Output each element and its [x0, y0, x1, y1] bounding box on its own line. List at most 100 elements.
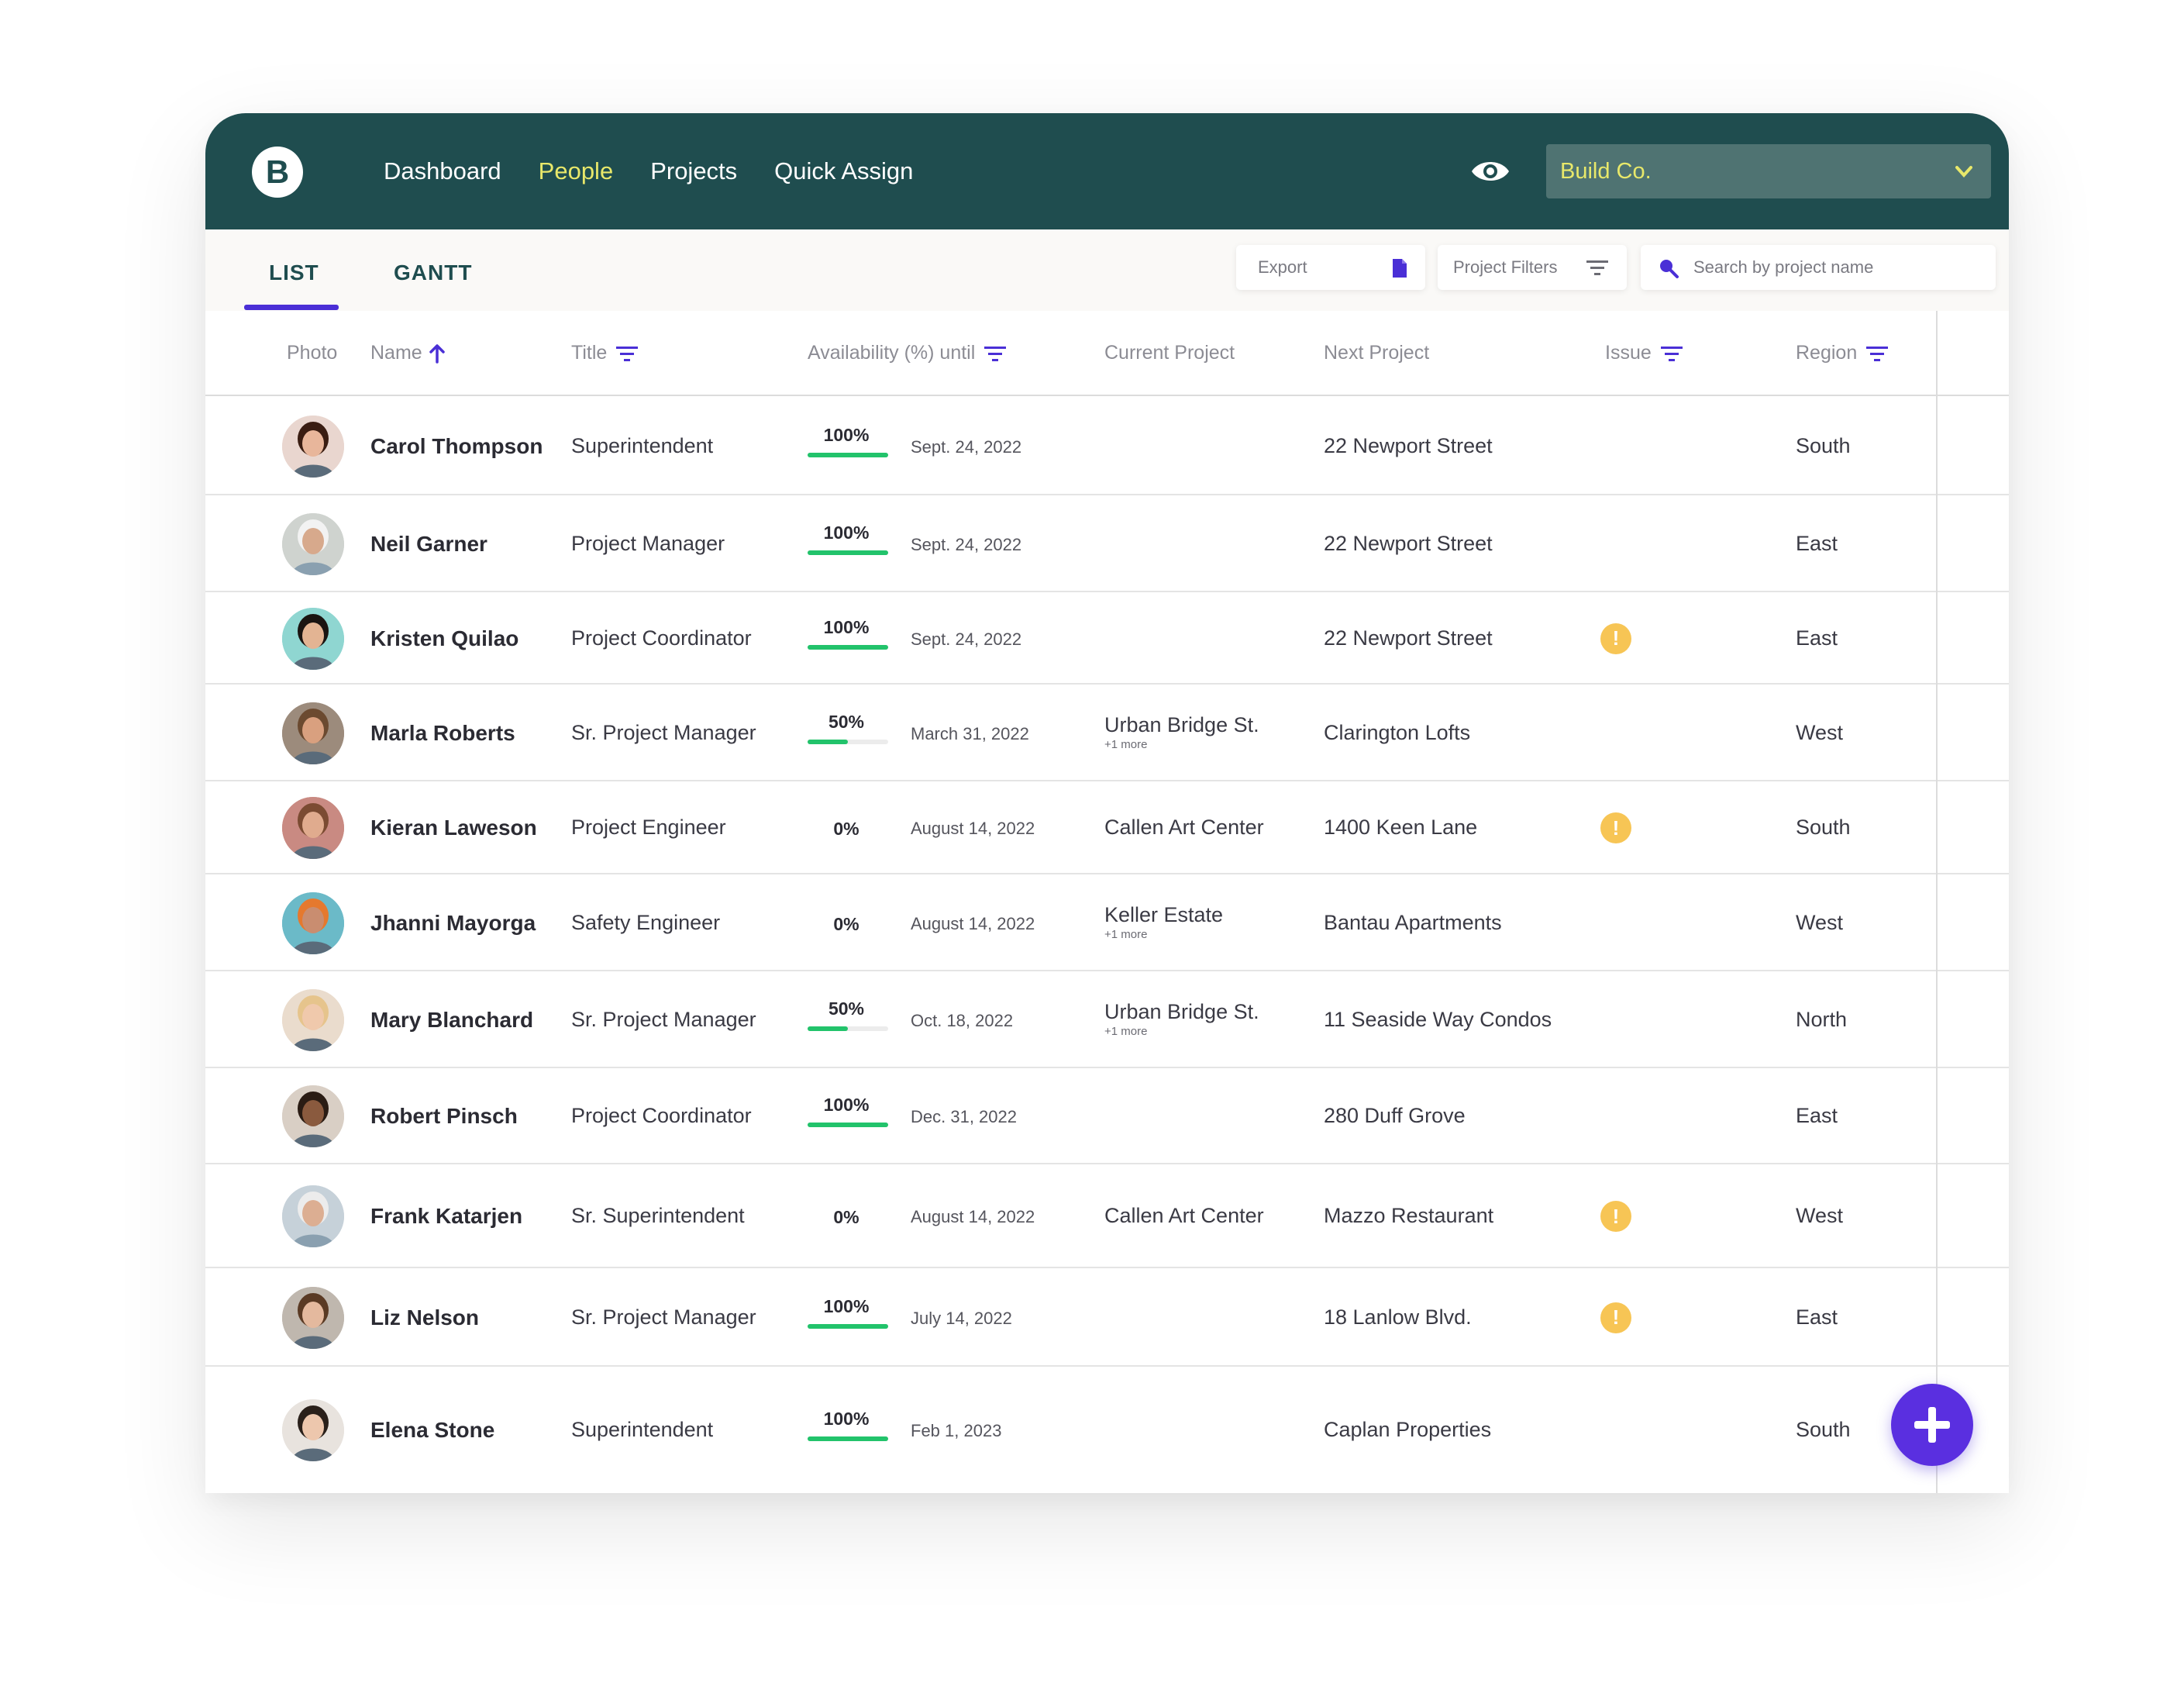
next-project[interactable]: 22 Newport Street [1324, 626, 1493, 650]
table-row[interactable]: Mary Blanchard Sr. Project Manager 50% Oct.… [205, 971, 2009, 1068]
warning-icon[interactable]: ! [1600, 623, 1631, 654]
person-region: South [1796, 1417, 1851, 1441]
col-name[interactable]: Name [370, 342, 446, 364]
search-input[interactable]: Search by project name [1693, 257, 1873, 278]
person-title: Project Engineer [571, 816, 726, 839]
table-row[interactable]: Jhanni Mayorga Safety Engineer 0% August 14… [205, 874, 2009, 971]
next-project[interactable]: Bantau Apartments [1324, 911, 1502, 935]
availability-bar-fill [808, 1123, 888, 1127]
availability-bar [808, 1123, 888, 1127]
filter-icon[interactable] [1866, 345, 1889, 362]
person-title: Sr. Project Manager [571, 1305, 756, 1329]
next-project[interactable]: Clarington Lofts [1324, 721, 1470, 745]
person-title: Sr. Project Manager [571, 1007, 756, 1031]
next-project[interactable]: 1400 Keen Lane [1324, 816, 1477, 840]
availability-bar-fill [808, 739, 848, 744]
person-name[interactable]: Kristen Quilao [370, 626, 518, 651]
person-title: Superintendent [571, 434, 714, 457]
person-region: West [1796, 910, 1844, 934]
warning-icon[interactable]: ! [1600, 1201, 1631, 1232]
avatar[interactable] [282, 1286, 344, 1349]
avatar[interactable] [282, 797, 344, 859]
table-header: Photo Name Title Availability (%) until … [205, 311, 2009, 396]
availability-percent: 100% [823, 522, 870, 543]
avatar[interactable] [282, 1398, 344, 1461]
avatar[interactable] [282, 607, 344, 670]
project-search-box[interactable]: Search by project name [1641, 245, 1996, 290]
table-row[interactable]: Frank Katarjen Sr. Superintendent 0% August… [205, 1164, 2009, 1268]
avatar[interactable] [282, 512, 344, 575]
col-next-project: Next Project [1324, 342, 1430, 364]
col-title[interactable]: Title [571, 342, 639, 364]
person-name[interactable]: Carol Thompson [370, 434, 543, 459]
filter-icon[interactable] [616, 345, 639, 362]
view-toolbar: LIST GANTT Export Project Filters Search… [205, 113, 2009, 311]
col-issue[interactable]: Issue [1605, 342, 1683, 364]
person-region: South [1796, 816, 1851, 839]
person-region: West [1796, 1204, 1844, 1227]
current-project-more[interactable]: +1 more [1104, 928, 1147, 941]
avatar[interactable] [282, 1085, 344, 1147]
person-name[interactable]: Marla Roberts [370, 721, 515, 746]
tab-gantt[interactable]: GANTT [394, 260, 472, 285]
avatar[interactable] [282, 416, 344, 478]
availability-percent: 100% [823, 1095, 870, 1115]
avatar[interactable] [282, 1185, 344, 1247]
availability-until-date: August 14, 2022 [911, 913, 1035, 933]
availability-bar [808, 739, 888, 744]
next-project[interactable]: Caplan Properties [1324, 1418, 1491, 1442]
current-project-more[interactable]: +1 more [1104, 1025, 1147, 1038]
current-project[interactable]: Urban Bridge St. [1104, 1000, 1259, 1024]
next-project[interactable]: 11 Seaside Way Condos [1324, 1008, 1552, 1032]
avatar[interactable] [282, 702, 344, 764]
next-project[interactable]: 22 Newport Street [1324, 434, 1493, 458]
table-row[interactable]: Elena Stone Superintendent 100% Feb 1, 2023… [205, 1367, 2009, 1493]
current-project[interactable]: Urban Bridge St. [1104, 713, 1259, 737]
person-name[interactable]: Liz Nelson [370, 1305, 479, 1330]
col-availability[interactable]: Availability (%) until [808, 342, 1007, 364]
sort-ascending-icon[interactable] [429, 343, 446, 364]
current-project[interactable]: Callen Art Center [1104, 1204, 1264, 1228]
current-project[interactable]: Keller Estate [1104, 903, 1223, 927]
person-name[interactable]: Neil Garner [370, 532, 487, 557]
person-name[interactable]: Mary Blanchard [370, 1008, 533, 1033]
next-project[interactable]: 280 Duff Grove [1324, 1104, 1466, 1128]
table-row[interactable]: Kristen Quilao Project Coordinator 100% Sep… [205, 592, 2009, 685]
table-row[interactable]: Liz Nelson Sr. Project Manager 100% July 14… [205, 1268, 2009, 1367]
project-filters-button[interactable]: Project Filters [1438, 245, 1627, 290]
warning-icon[interactable]: ! [1600, 1302, 1631, 1333]
current-project[interactable]: Callen Art Center [1104, 816, 1264, 840]
add-person-button[interactable] [1891, 1384, 1973, 1466]
next-project[interactable]: 18 Lanlow Blvd. [1324, 1305, 1472, 1330]
table-row[interactable]: Kieran Laweson Project Engineer 0% August 1… [205, 781, 2009, 874]
table-row[interactable]: Neil Garner Project Manager 100% Sept. 24, … [205, 495, 2009, 592]
next-project[interactable]: Mazzo Restaurant [1324, 1204, 1493, 1228]
person-name[interactable]: Elena Stone [370, 1418, 494, 1443]
current-project-more[interactable]: +1 more [1104, 738, 1147, 751]
export-button[interactable]: Export [1236, 245, 1425, 290]
avatar[interactable] [282, 892, 344, 954]
availability-bar-fill [808, 644, 888, 650]
next-project[interactable]: 22 Newport Street [1324, 532, 1493, 556]
avatar[interactable] [282, 988, 344, 1051]
filter-icon[interactable] [984, 345, 1007, 362]
tab-list[interactable]: LIST [269, 260, 319, 285]
person-name[interactable]: Frank Katarjen [370, 1204, 522, 1229]
person-title: Project Manager [571, 531, 725, 555]
person-region: West [1796, 720, 1844, 744]
filter-icon[interactable] [1660, 345, 1683, 362]
person-name[interactable]: Jhanni Mayorga [370, 911, 536, 936]
person-region: East [1796, 531, 1838, 555]
warning-icon[interactable]: ! [1600, 812, 1631, 843]
person-name[interactable]: Kieran Laweson [370, 816, 537, 840]
person-name[interactable]: Robert Pinsch [370, 1104, 518, 1129]
person-title: Superintendent [571, 1417, 714, 1441]
table-row[interactable]: Carol Thompson Superintendent 100% Sept. 24… [205, 398, 2009, 495]
table-row[interactable]: Robert Pinsch Project Coordinator 100% Dec.… [205, 1068, 2009, 1164]
availability-bar-fill [808, 1026, 848, 1031]
col-region[interactable]: Region [1796, 342, 1889, 364]
availability-bar-fill [808, 453, 888, 457]
col-photo: Photo [287, 342, 338, 364]
availability-percent: 100% [823, 1295, 870, 1316]
table-row[interactable]: Marla Roberts Sr. Project Manager 50% March… [205, 685, 2009, 781]
